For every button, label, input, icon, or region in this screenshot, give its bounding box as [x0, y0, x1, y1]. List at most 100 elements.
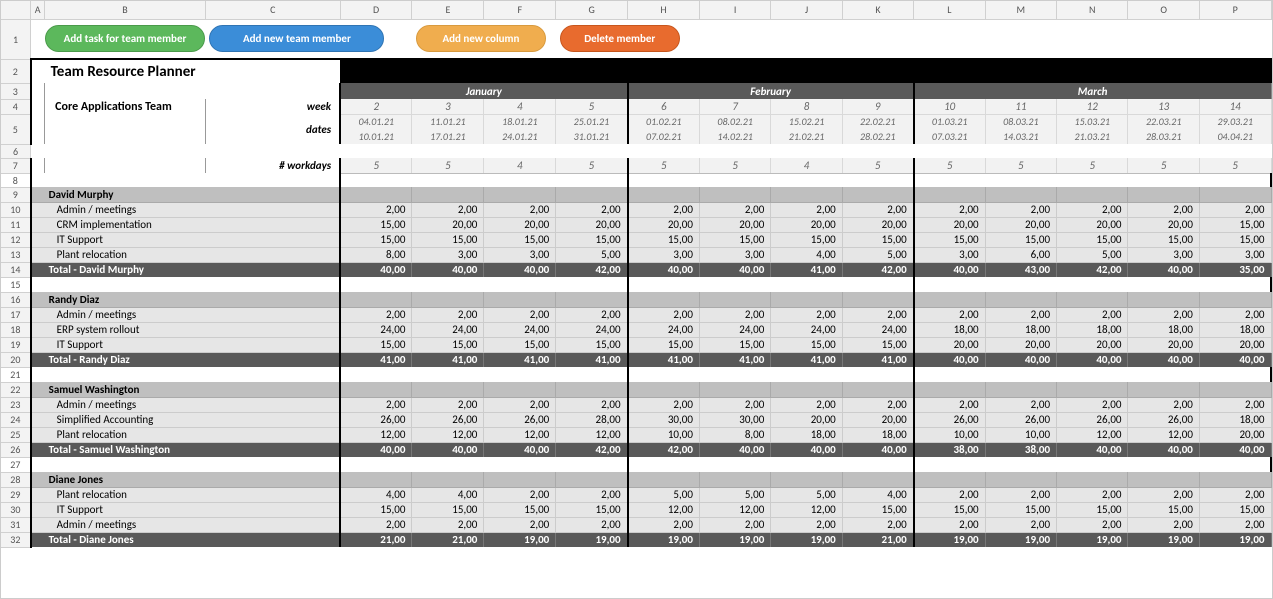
data-cell[interactable]: 8,00: [340, 247, 412, 262]
week-number[interactable]: 9: [842, 99, 913, 114]
date-end[interactable]: 28.03.21: [1128, 129, 1199, 144]
row-header[interactable]: 4: [1, 99, 31, 114]
data-cell[interactable]: 2,00: [985, 307, 1056, 322]
data-cell[interactable]: 41,00: [699, 352, 770, 367]
week-number[interactable]: 3: [412, 99, 484, 114]
data-cell[interactable]: 2,00: [628, 307, 700, 322]
data-cell[interactable]: 2,00: [771, 517, 842, 532]
data-cell[interactable]: 24,00: [556, 322, 628, 337]
data-cell[interactable]: 15,00: [412, 337, 484, 352]
data-cell[interactable]: 3,00: [1199, 247, 1271, 262]
row-header[interactable]: 14: [1, 262, 31, 277]
row-header[interactable]: 22: [1, 382, 31, 397]
row-header[interactable]: 11: [1, 217, 31, 232]
data-cell[interactable]: 30,00: [699, 412, 770, 427]
data-cell[interactable]: 20,00: [1199, 427, 1271, 442]
date-start[interactable]: 08.02.21: [699, 114, 770, 129]
date-end[interactable]: 07.03.21: [914, 129, 985, 144]
data-cell[interactable]: 19,00: [699, 532, 770, 547]
workdays-cell[interactable]: 5: [340, 158, 412, 173]
week-number[interactable]: 2: [340, 99, 412, 114]
data-cell[interactable]: 15,00: [1199, 502, 1271, 517]
data-cell[interactable]: 26,00: [340, 412, 412, 427]
data-cell[interactable]: 42,00: [628, 442, 700, 457]
row-header[interactable]: 23: [1, 397, 31, 412]
data-cell[interactable]: 40,00: [699, 442, 770, 457]
data-cell[interactable]: 2,00: [556, 307, 628, 322]
data-cell[interactable]: 20,00: [1057, 217, 1128, 232]
data-cell[interactable]: 43,00: [985, 262, 1056, 277]
data-cell[interactable]: 2,00: [412, 307, 484, 322]
data-cell[interactable]: 26,00: [1128, 412, 1199, 427]
data-cell[interactable]: 15,00: [1128, 502, 1199, 517]
data-cell[interactable]: 15,00: [771, 337, 842, 352]
workdays-cell[interactable]: 5: [412, 158, 484, 173]
data-cell[interactable]: 10,00: [985, 427, 1056, 442]
data-cell[interactable]: 5,00: [842, 247, 913, 262]
data-cell[interactable]: 15,00: [340, 502, 412, 517]
data-cell[interactable]: 20,00: [556, 217, 628, 232]
data-cell[interactable]: 40,00: [914, 262, 985, 277]
data-cell[interactable]: 5,00: [771, 487, 842, 502]
row-header[interactable]: 20: [1, 352, 31, 367]
data-cell[interactable]: 15,00: [985, 502, 1056, 517]
row-header[interactable]: 13: [1, 247, 31, 262]
workdays-cell[interactable]: 5: [1057, 158, 1128, 173]
data-cell[interactable]: 26,00: [1057, 412, 1128, 427]
data-cell[interactable]: 15,00: [412, 232, 484, 247]
row-header[interactable]: 16: [1, 292, 31, 307]
data-cell[interactable]: 5,00: [556, 247, 628, 262]
workdays-cell[interactable]: 5: [1199, 158, 1271, 173]
data-cell[interactable]: 2,00: [556, 517, 628, 532]
data-cell[interactable]: 15,00: [842, 232, 913, 247]
col-header[interactable]: J: [771, 1, 842, 19]
col-header[interactable]: F: [484, 1, 556, 19]
data-cell[interactable]: 40,00: [1057, 442, 1128, 457]
data-cell[interactable]: 2,00: [842, 517, 913, 532]
data-cell[interactable]: 2,00: [985, 202, 1056, 217]
row-header[interactable]: 12: [1, 232, 31, 247]
date-start[interactable]: 25.01.21: [556, 114, 628, 129]
data-cell[interactable]: 12,00: [1128, 427, 1199, 442]
data-cell[interactable]: 24,00: [412, 322, 484, 337]
row-header[interactable]: 24: [1, 412, 31, 427]
data-cell[interactable]: 41,00: [842, 352, 913, 367]
data-cell[interactable]: 26,00: [484, 412, 556, 427]
date-end[interactable]: 28.02.21: [842, 129, 913, 144]
col-header[interactable]: K: [842, 1, 913, 19]
week-number[interactable]: 7: [699, 99, 770, 114]
data-cell[interactable]: 20,00: [985, 337, 1056, 352]
data-cell[interactable]: 21,00: [842, 532, 913, 547]
data-cell[interactable]: 41,00: [771, 352, 842, 367]
data-cell[interactable]: 24,00: [771, 322, 842, 337]
data-cell[interactable]: 41,00: [556, 352, 628, 367]
data-cell[interactable]: 2,00: [1057, 202, 1128, 217]
date-start[interactable]: 01.03.21: [914, 114, 985, 129]
delete-member-button[interactable]: Delete member: [560, 25, 680, 52]
date-end[interactable]: 31.01.21: [556, 129, 628, 144]
data-cell[interactable]: 40,00: [1128, 352, 1199, 367]
data-cell[interactable]: 18,00: [985, 322, 1056, 337]
data-cell[interactable]: 18,00: [1128, 322, 1199, 337]
col-header[interactable]: A: [31, 1, 45, 19]
col-header[interactable]: B: [45, 1, 206, 19]
row-header[interactable]: 8: [1, 173, 31, 187]
data-cell[interactable]: 12,00: [484, 427, 556, 442]
data-cell[interactable]: 12,00: [699, 502, 770, 517]
data-cell[interactable]: 18,00: [1199, 322, 1271, 337]
add-column-button[interactable]: Add new column: [416, 25, 546, 52]
data-cell[interactable]: 15,00: [628, 337, 700, 352]
data-cell[interactable]: 26,00: [412, 412, 484, 427]
workdays-cell[interactable]: 5: [628, 158, 700, 173]
col-header[interactable]: E: [412, 1, 484, 19]
data-cell[interactable]: 2,00: [842, 202, 913, 217]
data-cell[interactable]: 2,00: [914, 487, 985, 502]
data-cell[interactable]: 41,00: [340, 352, 412, 367]
week-number[interactable]: 13: [1128, 99, 1199, 114]
row-header[interactable]: 19: [1, 337, 31, 352]
data-cell[interactable]: 2,00: [1057, 517, 1128, 532]
workdays-cell[interactable]: 4: [484, 158, 556, 173]
data-cell[interactable]: 20,00: [484, 217, 556, 232]
date-end[interactable]: 07.02.21: [628, 129, 700, 144]
data-cell[interactable]: 15,00: [842, 337, 913, 352]
